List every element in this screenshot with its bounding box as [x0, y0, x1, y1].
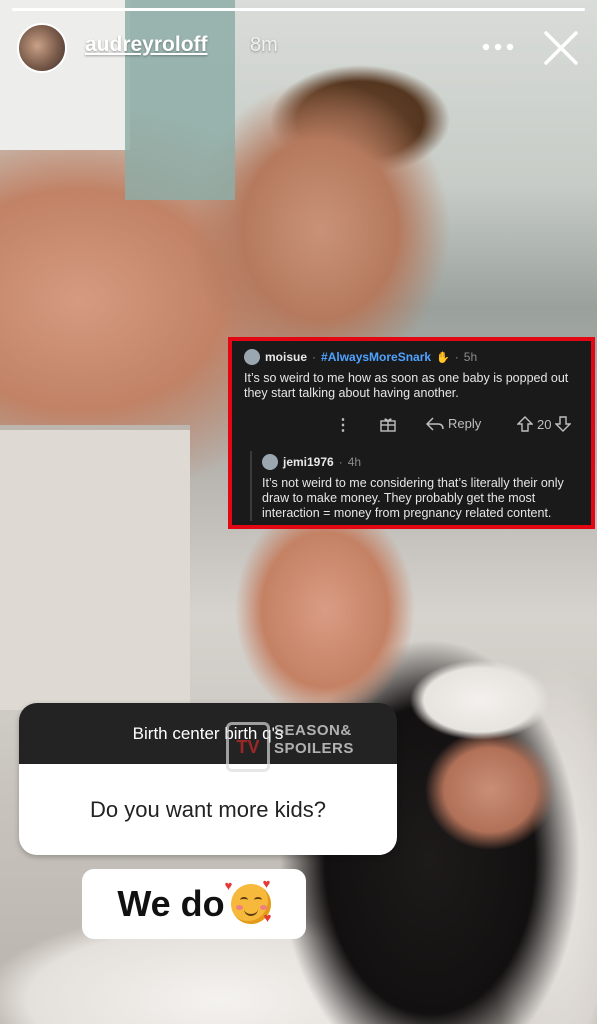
post-time: 8m [250, 34, 278, 56]
downvote-icon[interactable] [555, 416, 572, 432]
reply-username: jemi1976 [283, 455, 334, 469]
wave-icon: ✋ [436, 351, 450, 364]
commenter-avatar [244, 349, 260, 365]
comment-text: It’s so weird to me how as soon as one b… [244, 371, 569, 400]
reply-header: jemi1976 · 4h [262, 454, 361, 470]
story-progress-bar [12, 8, 585, 11]
more-options-button[interactable] [478, 30, 518, 64]
award-icon[interactable] [380, 417, 396, 432]
answer-text: We do [117, 883, 225, 924]
comment-username: moisue [265, 350, 308, 364]
more-horizontal-icon [482, 43, 514, 51]
answer-text-box: We do ♥ ♥ ♥ [82, 869, 306, 939]
reply-icon [426, 416, 444, 431]
reply-time: 4h [347, 455, 362, 469]
vote-controls: 20 [517, 416, 572, 432]
comment-time: 5h [463, 350, 478, 364]
smiling-face-with-hearts-icon: ♥ ♥ ♥ [224, 876, 272, 925]
upvote-icon[interactable] [517, 416, 533, 432]
separator-dot: · [454, 350, 459, 364]
reply-label: Reply [448, 416, 482, 431]
question-sticker-header: Birth center birth q's [19, 703, 397, 764]
separator-dot: · [312, 350, 317, 364]
username-link[interactable]: audreyroloff [85, 33, 208, 57]
reply-text: It’s not weird to me considering that’s … [262, 476, 564, 520]
vote-count: 20 [537, 416, 552, 432]
comment-header: moisue · #AlwaysMoreSnark ✋ · 5h [244, 349, 477, 365]
separator-dot: · [338, 455, 343, 469]
comment-flair: #AlwaysMoreSnark [321, 350, 432, 364]
close-button[interactable] [540, 27, 582, 69]
comment-actions: ⋮ Reply 20 [232, 413, 591, 437]
counter [0, 430, 190, 710]
reply-button[interactable]: Reply [426, 416, 481, 431]
question-sticker: Birth center birth q's Do you want more … [19, 703, 397, 855]
reply-avatar [262, 454, 278, 470]
avatar[interactable] [17, 23, 67, 73]
close-icon [544, 31, 578, 65]
story-header: audreyroloff 8m [0, 0, 597, 96]
reddit-comment-overlay: moisue · #AlwaysMoreSnark ✋ · 5h It’s so… [228, 337, 595, 529]
question-text: Do you want more kids? [19, 764, 397, 855]
thread-line [250, 451, 252, 521]
comment-more-icon[interactable]: ⋮ [335, 415, 351, 435]
story-progress-fill [12, 8, 585, 11]
